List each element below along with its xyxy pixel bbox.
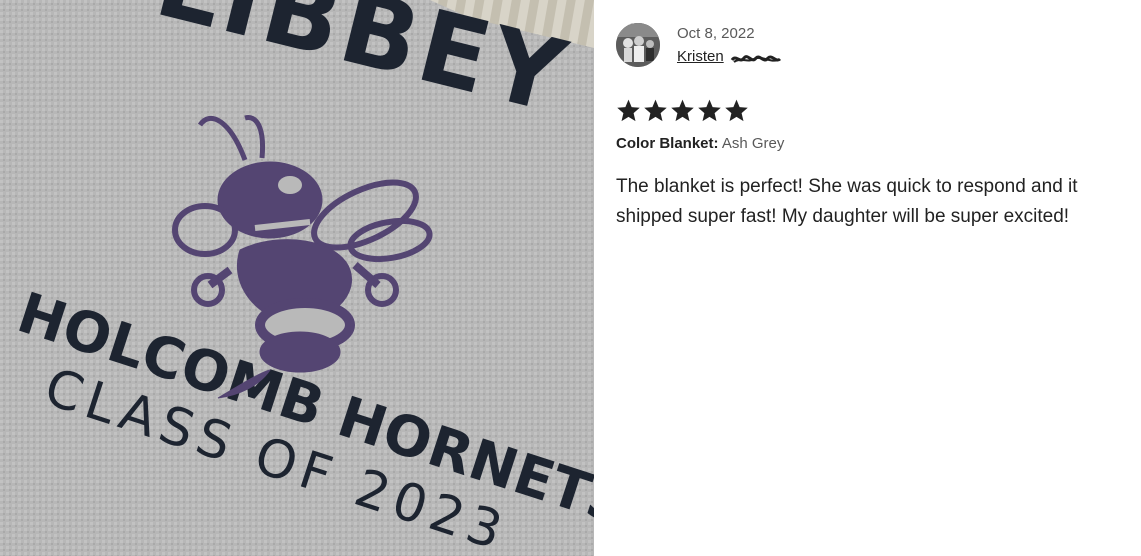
star-icon [698, 99, 721, 122]
star-rating [616, 98, 749, 123]
star-icon [671, 99, 694, 122]
review-card: Oct 8, 2022 Kristen Color Blanket: Ash G… [594, 0, 1141, 556]
redacted-surname-scribble-icon [730, 55, 782, 63]
star-icon [644, 99, 667, 122]
variation-label: Color Blanket: [616, 135, 719, 152]
variation-value: Ash Grey [721, 135, 785, 152]
review-date: Oct 8, 2022 [677, 25, 755, 42]
blanket-photo-image: LIBBEY HOLCOMB HORNETS CLASS OF 2023 [0, 0, 594, 556]
review-text: The blanket is perfect! She was quick to… [616, 176, 1078, 227]
reviewer-avatar-icon [616, 23, 660, 67]
star-icon [617, 99, 640, 122]
reviewer-name-link[interactable]: Kristen [677, 48, 724, 65]
review-photo[interactable]: LIBBEY HOLCOMB HORNETS CLASS OF 2023 [0, 0, 594, 556]
star-icon [725, 99, 748, 122]
variation-info: Color Blanket: Ash Grey [616, 135, 784, 152]
reviewer-avatar[interactable] [616, 23, 660, 67]
